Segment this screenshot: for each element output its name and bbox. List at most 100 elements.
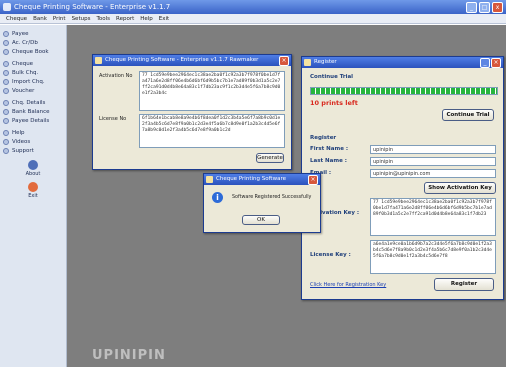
menu-tools[interactable]: Tools <box>96 14 110 23</box>
sidebar-item-ac-cr-db[interactable]: Ac. Cr/Db <box>0 38 66 47</box>
sidebar: Payee Ac. Cr/Db Cheque Book Cheque Bulk … <box>0 25 67 367</box>
about-button[interactable]: About <box>0 160 66 177</box>
bullet-icon <box>3 78 9 85</box>
generate-button[interactable]: Generate <box>256 153 284 163</box>
bullet-icon <box>3 129 9 136</box>
sidebar-item-label: Payee Details <box>12 117 50 124</box>
app-title: Cheque Printing Software - Enterprise v1… <box>14 3 171 11</box>
sidebar-item-label: Chq. Details <box>12 99 46 106</box>
menu-bank[interactable]: Bank <box>33 14 47 23</box>
trial-progress-bar <box>310 87 498 95</box>
sidebar-item-label: Import Chq. <box>12 78 45 85</box>
activation-no-field[interactable]: 77 1cd59e9bee2964ec1c38ae2ba0f1c92a3b7f9… <box>139 71 285 111</box>
menu-report[interactable]: Report <box>116 14 134 23</box>
exit-button[interactable]: Exit <box>0 182 66 199</box>
bullet-icon <box>3 69 9 76</box>
register-window-title: Register <box>314 59 337 65</box>
menu-setups[interactable]: Setups <box>72 14 91 23</box>
sidebar-item-payee-details[interactable]: Payee Details <box>0 116 66 125</box>
email-field[interactable]: upinipin@upinipin.com <box>370 169 496 178</box>
menu-cheque[interactable]: Cheque <box>6 14 27 23</box>
sidebar-item-help[interactable]: Help <box>0 128 66 137</box>
first-name-field[interactable]: upinipin <box>370 145 496 154</box>
sidebar-item-cheque-book[interactable]: Cheque Book <box>0 47 66 56</box>
menu-print[interactable]: Print <box>53 14 66 23</box>
sidebar-item-label: Support <box>12 147 34 154</box>
register-button[interactable]: Register <box>434 278 494 291</box>
info-icon: i <box>212 192 223 203</box>
sidebar-item-label: Ac. Cr/Db <box>12 39 38 46</box>
exit-icon <box>28 182 38 192</box>
message-box-title: Cheque Printing Software <box>216 176 286 182</box>
sidebar-item-bulk-chq[interactable]: Bulk Chq. <box>0 68 66 77</box>
license-key-label: License Key : <box>310 252 351 258</box>
continue-trial-button[interactable]: Continue Trial <box>442 109 494 121</box>
bullet-icon <box>3 60 9 67</box>
message-box: Cheque Printing Software × i Software Re… <box>203 173 321 233</box>
message-box-titlebar: Cheque Printing Software × <box>204 174 320 185</box>
activation-no-label: Activation No <box>99 73 133 79</box>
minimize-icon[interactable]: _ <box>480 58 490 68</box>
ok-button[interactable]: OK <box>242 215 280 225</box>
sidebar-item-import-chq[interactable]: Import Chq. <box>0 77 66 86</box>
registration-key-link[interactable]: Click Here for Registration Key <box>310 282 386 288</box>
last-name-field[interactable]: upinipin <box>370 157 496 166</box>
activation-key-field[interactable]: 77 1cd59e9bee2964ec1c38ae2ba0f1c92a3b7f9… <box>370 198 496 236</box>
bullet-icon <box>3 48 9 55</box>
bullet-icon <box>3 39 9 46</box>
message-text: Software Registered Successfully <box>232 195 312 200</box>
menu-bar: Cheque Bank Print Setups Tools Report He… <box>0 14 506 24</box>
prints-left-text: 10 prints left <box>310 99 358 107</box>
sidebar-item-cheque[interactable]: Cheque <box>0 59 66 68</box>
close-icon[interactable]: × <box>279 56 289 66</box>
info-icon <box>28 160 38 170</box>
sidebar-item-label: Bulk Chq. <box>12 69 39 76</box>
sidebar-item-voucher[interactable]: Voucher <box>0 86 66 95</box>
license-no-label: License No <box>99 116 127 122</box>
exit-label: Exit <box>28 193 38 199</box>
sidebar-item-support[interactable]: Support <box>0 146 66 155</box>
continue-trial-heading: Continue Trial <box>310 74 354 80</box>
bullet-icon <box>3 99 9 106</box>
bullet-icon <box>3 87 9 94</box>
menu-exit[interactable]: Exit <box>159 14 169 23</box>
window-controls: _ □ x <box>466 2 503 13</box>
close-icon[interactable]: × <box>308 175 318 185</box>
app-icon <box>206 176 213 183</box>
bullet-icon <box>3 30 9 37</box>
trial-progress-fill <box>311 88 497 94</box>
minimize-button[interactable]: _ <box>466 2 477 13</box>
app-icon <box>3 3 11 11</box>
register-heading: Register <box>310 135 337 141</box>
brand-logo: UPINIPIN <box>92 348 166 363</box>
menu-help[interactable]: Help <box>140 14 153 23</box>
license-key-field[interactable]: a6e4a1e9ce0a1b6d9b7a2c3d4e5f6a7b8c9d0e1f… <box>370 240 496 274</box>
sidebar-item-label: Payee <box>12 30 29 37</box>
sidebar-item-label: Voucher <box>12 87 35 94</box>
sidebar-item-label: Bank Balance <box>12 108 50 115</box>
sidebar-item-chq-details[interactable]: Chq. Details <box>0 98 66 107</box>
sidebar-item-label: Cheque Book <box>12 48 49 55</box>
close-icon[interactable]: × <box>491 58 501 68</box>
register-window: Register _ × Continue Trial 10 prints le… <box>301 56 504 300</box>
bullet-icon <box>3 108 9 115</box>
register-window-titlebar: Register _ × <box>302 57 503 68</box>
sidebar-item-payee[interactable]: Payee <box>0 29 66 38</box>
bullet-icon <box>3 117 9 124</box>
app-titlebar: Cheque Printing Software - Enterprise v1… <box>0 0 506 14</box>
license-no-field[interactable]: 6f1b64e1bcab8e8a9e4b6f8dea0f1d2c3b4a5e6f… <box>139 114 285 148</box>
bullet-icon <box>3 147 9 154</box>
app-icon <box>95 57 102 64</box>
activation-window-title: Cheque Printing Software - Enterprise v1… <box>105 57 259 63</box>
sidebar-item-label: Help <box>12 129 25 136</box>
close-button[interactable]: x <box>492 2 503 13</box>
maximize-button[interactable]: □ <box>479 2 490 13</box>
activation-window: Cheque Printing Software - Enterprise v1… <box>92 54 292 170</box>
sidebar-item-label: Videos <box>12 138 31 145</box>
sidebar-item-bank-balance[interactable]: Bank Balance <box>0 107 66 116</box>
bullet-icon <box>3 138 9 145</box>
last-name-label: Last Name : <box>310 158 347 164</box>
sidebar-item-label: Cheque <box>12 60 34 67</box>
show-activation-key-button[interactable]: Show Activation Key <box>424 182 496 194</box>
sidebar-item-videos[interactable]: Videos <box>0 137 66 146</box>
